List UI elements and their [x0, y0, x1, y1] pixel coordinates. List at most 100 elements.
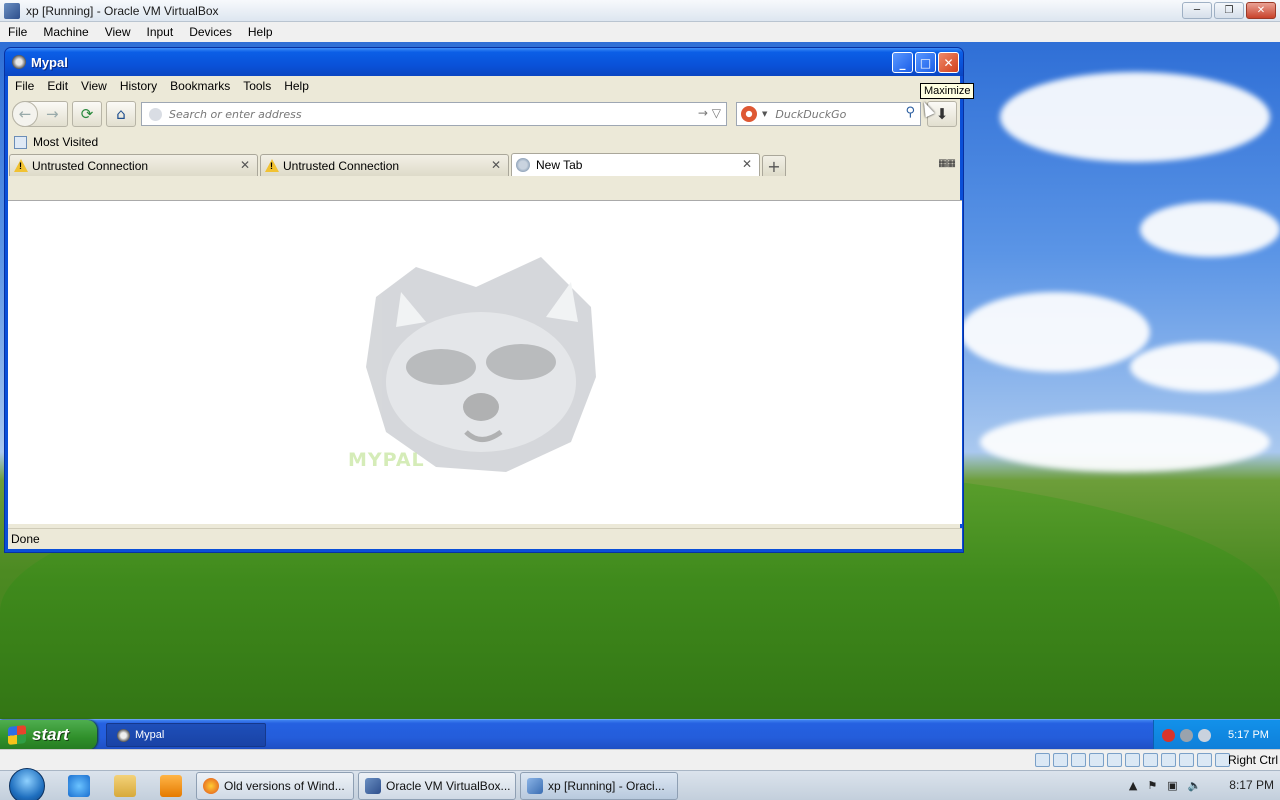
mypal-window: Mypal _ □ ✕ File Edit View History Bookm… — [4, 47, 964, 553]
tab-label: New Tab — [536, 158, 583, 172]
audio-icon[interactable] — [1071, 753, 1086, 767]
menu-edit[interactable]: Edit — [42, 79, 76, 93]
host-menu-input[interactable]: Input — [139, 25, 182, 39]
host-menu-help[interactable]: Help — [240, 25, 281, 39]
reload-button[interactable]: ⟳ — [72, 101, 102, 127]
host-menubar: File Machine View Input Devices Help — [0, 22, 1280, 42]
guest-desktop: Mypal _ □ ✕ File Edit View History Bookm… — [0, 42, 1280, 749]
host-menu-view[interactable]: View — [97, 25, 139, 39]
most-visited-icon — [14, 135, 27, 149]
mypal-client-area: File Edit View History Bookmarks Tools H… — [8, 76, 962, 549]
home-icon: ⌂ — [116, 105, 126, 123]
volume-icon[interactable] — [1198, 728, 1211, 742]
host-taskbar: Old versions of Wind... Oracle VM Virtua… — [0, 768, 1280, 800]
recording-icon[interactable] — [1161, 753, 1176, 767]
usb-icon[interactable] — [1107, 753, 1122, 767]
close-button[interactable]: ✕ — [938, 52, 959, 73]
site-identity-icon[interactable] — [149, 107, 162, 121]
host-minimize-button[interactable]: ─ — [1182, 2, 1212, 19]
action-center-flag-icon[interactable]: ⚑ — [1147, 779, 1157, 792]
mypal-menubar: File Edit View History Bookmarks Tools H… — [8, 76, 960, 96]
menu-bookmarks[interactable]: Bookmarks — [165, 79, 238, 93]
list-all-tabs-icon[interactable]: ▦▦ — [938, 158, 956, 169]
show-hidden-icons-icon[interactable]: ▲ — [1129, 779, 1137, 792]
virtualbox-icon — [365, 778, 381, 794]
home-button[interactable]: ⌂ — [106, 101, 136, 127]
minimize-button[interactable]: _ — [892, 52, 913, 73]
warning-icon: ! — [265, 159, 279, 172]
back-arrow-icon: ← — [18, 105, 32, 123]
go-arrow-icon[interactable]: → ▽ — [698, 106, 721, 120]
network-adapter-icon[interactable] — [1089, 753, 1104, 767]
search-icon[interactable]: ⚲ — [905, 105, 915, 120]
xp-task-label: Mypal — [135, 729, 165, 741]
host-menu-machine[interactable]: Machine — [35, 25, 96, 39]
display-icon[interactable] — [1143, 753, 1158, 767]
reload-icon: ⟳ — [80, 105, 94, 123]
tab-close-icon[interactable]: ✕ — [491, 158, 501, 172]
new-tab-button[interactable]: + — [762, 155, 786, 176]
menu-help[interactable]: Help — [279, 79, 317, 93]
host-menu-devices[interactable]: Devices — [181, 25, 240, 39]
warning-icon: ! — [14, 159, 28, 172]
hard-disk-icon[interactable] — [1035, 753, 1050, 767]
xp-taskbar-mypal[interactable]: Mypal — [106, 723, 266, 747]
cloud — [1140, 202, 1280, 257]
duckduckgo-icon[interactable] — [741, 106, 757, 122]
maximize-button[interactable]: □ — [915, 52, 936, 73]
bookmarks-toolbar: Most Visited — [8, 132, 960, 152]
network-icon[interactable] — [1180, 728, 1193, 742]
xp-clock: 5:17 PM — [1228, 729, 1269, 741]
file-explorer-icon[interactable] — [114, 775, 136, 797]
start-label: start — [32, 725, 69, 744]
forward-button[interactable]: → — [46, 105, 59, 123]
tab-untrusted-connection-2[interactable]: ! Untrusted Connection ✕ — [260, 154, 509, 176]
optical-drive-icon[interactable] — [1053, 753, 1068, 767]
host-task-label: Old versions of Wind... — [224, 779, 345, 793]
host-restore-button[interactable]: ❐ — [1214, 2, 1244, 19]
tab-new-tab[interactable]: New Tab ✕ — [511, 153, 760, 176]
host-menu-file[interactable]: File — [0, 25, 35, 39]
shared-folders-icon[interactable] — [1125, 753, 1140, 767]
page-content[interactable]: MYPAL — [8, 200, 962, 524]
search-engine-dropdown-icon[interactable]: ▼ — [762, 110, 767, 118]
back-button[interactable]: ← — [12, 101, 38, 127]
most-visited-bookmark[interactable]: Most Visited — [33, 135, 98, 149]
xp-start-button[interactable]: start — [0, 720, 97, 749]
tab-label: Untrusted Connection — [32, 158, 149, 173]
host-close-button[interactable]: ✕ — [1246, 2, 1276, 19]
mypal-logo-text: MYPAL — [348, 449, 425, 471]
host-window-title: xp [Running] - Oracle VM VirtualBox — [26, 3, 219, 18]
media-player-icon[interactable] — [160, 775, 182, 797]
host-task-virtualbox-manager[interactable]: Oracle VM VirtualBox... — [358, 772, 516, 800]
menu-file[interactable]: File — [10, 79, 42, 93]
host-clock: 8:17 PM — [1229, 778, 1274, 792]
address-bar[interactable]: Search or enter address → ▽ — [141, 102, 727, 126]
mypal-titlebar[interactable]: Mypal _ □ ✕ — [5, 48, 963, 76]
search-bar[interactable]: ▼ DuckDuckGo ⚲ — [736, 102, 921, 126]
volume-muted-icon[interactable]: 🔈 — [1188, 779, 1202, 792]
windows-flag-icon — [8, 725, 26, 745]
cloud — [960, 292, 1150, 372]
mouse-integration-icon[interactable] — [1197, 753, 1212, 767]
menu-tools[interactable]: Tools — [238, 79, 279, 93]
cloud — [980, 412, 1270, 472]
menu-history[interactable]: History — [115, 79, 165, 93]
address-placeholder: Search or enter address — [169, 107, 302, 121]
menu-view[interactable]: View — [76, 79, 115, 93]
host-task-xp-vm[interactable]: xp [Running] - Oraci... — [520, 772, 678, 800]
status-text: Done — [11, 532, 40, 546]
security-alert-icon[interactable] — [1162, 728, 1175, 742]
tab-close-icon[interactable]: ✕ — [742, 157, 752, 171]
host-task-label: Oracle VM VirtualBox... — [386, 779, 511, 793]
tab-untrusted-connection-1[interactable]: ! Untrusted Connection ✕ — [9, 154, 258, 176]
tab-strip: ! Untrusted Connection ✕ ! Untrusted Con… — [8, 152, 960, 176]
network-icon[interactable]: ▣ — [1167, 779, 1177, 792]
host-task-firefox[interactable]: Old versions of Wind... — [196, 772, 354, 800]
mypal-app-icon — [12, 55, 26, 69]
windows-start-orb[interactable] — [9, 768, 45, 800]
globe-icon — [516, 158, 530, 172]
internet-explorer-icon[interactable] — [68, 775, 90, 797]
tab-close-icon[interactable]: ✕ — [240, 158, 250, 172]
virtualization-icon[interactable] — [1179, 753, 1194, 767]
